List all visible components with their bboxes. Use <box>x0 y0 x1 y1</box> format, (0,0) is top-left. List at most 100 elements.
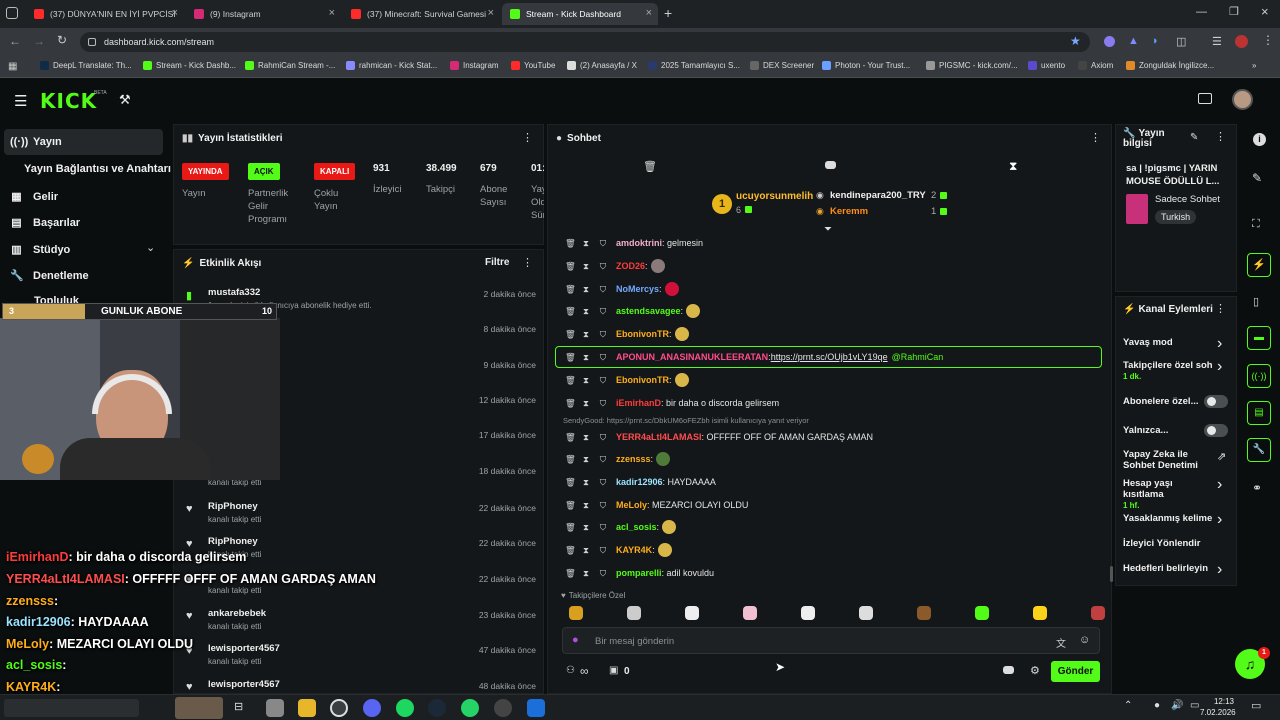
notification-icon[interactable]: ▭ <box>1251 699 1261 712</box>
timeout-icon[interactable]: ⧗ <box>582 352 590 363</box>
bookmark-item[interactable]: Instagram <box>450 61 499 70</box>
task-view-icon[interactable]: ⊟ <box>234 700 243 713</box>
chat-message[interactable]: 🗑 ⧗ ⛉ pomparelli: adil kovuldu <box>565 563 1103 583</box>
chat-username[interactable]: APONUN_ANASINANUKLEERATAN <box>616 352 768 362</box>
leader-third-name[interactable]: Keremm <box>830 206 868 217</box>
chevron-right-icon[interactable]: › <box>1217 358 1222 376</box>
more-menu-icon[interactable]: ⋮ <box>1262 33 1274 47</box>
emote-picker-icon[interactable] <box>743 606 757 620</box>
activity-user[interactable]: lewisporter4567 <box>208 679 280 690</box>
chat-message[interactable]: 🗑 ⧗ ⛉ acl_sosis: <box>565 517 1103 537</box>
browser-tab-3[interactable]: Stream - Kick Dashboard × <box>502 3 658 25</box>
timeout-icon[interactable]: ⧗ <box>582 454 590 465</box>
edit-icon[interactable]: ✎ <box>1190 132 1198 143</box>
chat-username[interactable]: kadir12906 <box>616 477 663 487</box>
channel-action-item[interactable]: Yasaklanmış kelime <box>1123 513 1215 524</box>
emote-picker-icon[interactable] <box>859 606 873 620</box>
chat-username[interactable]: pomparelli <box>616 568 662 578</box>
close-icon[interactable]: × <box>329 7 335 19</box>
chat-message[interactable]: 🗑 ⧗ ⛉ YERR4aLtI4LAMASI: OFFFFF OFF OF AMAN … <box>565 427 1103 447</box>
activity-user[interactable]: RipPhoney <box>208 501 258 512</box>
delete-icon[interactable]: 🗑 <box>565 352 576 363</box>
ban-icon[interactable]: ⛉ <box>599 568 607 579</box>
bookmark-item[interactable]: Photon - Your Trust... <box>822 61 910 70</box>
bookmark-item[interactable]: DeepL Translate: Th... <box>40 61 132 70</box>
chat-icon[interactable] <box>825 161 836 169</box>
activity-user[interactable]: RipPhoney <box>208 536 258 547</box>
hammer-icon[interactable]: ⚒ <box>119 92 131 108</box>
ban-icon[interactable]: ⛉ <box>599 306 607 317</box>
ban-icon[interactable]: ⛉ <box>599 329 607 340</box>
chat-input[interactable]: ● Bir mesaj gönderin 文 ☺ <box>562 627 1100 654</box>
bookmarks-overflow[interactable]: » <box>1252 61 1256 70</box>
close-icon[interactable]: × <box>488 7 494 19</box>
url-input[interactable]: dashboard.kick.com/stream <box>80 32 1090 52</box>
chat-bubble-icon[interactable] <box>1003 666 1014 674</box>
whatsapp-icon[interactable] <box>461 699 479 717</box>
bookmark-item[interactable]: uxento <box>1028 61 1065 70</box>
back-icon[interactable]: ← <box>9 34 21 48</box>
delete-icon[interactable]: 🗑 <box>565 329 576 340</box>
more-options-icon[interactable]: ⋮ <box>1215 302 1226 315</box>
delete-icon[interactable]: 🗑 <box>565 568 576 579</box>
channel-action-item[interactable]: İzleyici Yönlendir <box>1123 538 1215 549</box>
app-icon[interactable] <box>527 699 545 717</box>
chevron-right-icon[interactable]: › <box>1217 511 1222 529</box>
chat-username[interactable]: acl_sosis <box>616 522 657 532</box>
forward-icon[interactable]: → <box>33 34 45 48</box>
timeout-icon[interactable]: ⧗ <box>582 477 590 488</box>
extension-icon[interactable] <box>1104 36 1115 47</box>
share-icon[interactable]: ⚭ <box>1252 481 1262 495</box>
channel-action-item[interactable]: Hedefleri belirleyin <box>1123 563 1215 574</box>
clock-date[interactable]: 7.02.2026 <box>1200 708 1236 717</box>
chat-username[interactable]: astendsavagee <box>616 306 681 316</box>
channel-action-item[interactable]: Takipçilere özel soh 1 dk. <box>1123 360 1215 382</box>
chat-message[interactable]: 🗑 ⧗ ⛉ NoMercys: <box>565 279 1103 299</box>
user-avatar[interactable] <box>1232 89 1253 110</box>
leader-first-name[interactable]: ucuyorsunmelih <box>736 191 813 202</box>
chat-username[interactable]: KAYR4K <box>616 545 652 555</box>
chat-username[interactable]: EbonivonTR <box>616 375 669 385</box>
toggle-switch[interactable] <box>1204 424 1228 437</box>
bookmark-item[interactable]: rahmican - Kick Stat... <box>346 61 437 70</box>
delete-icon[interactable]: 🗑 <box>565 454 576 465</box>
spotify-icon[interactable] <box>396 699 414 717</box>
timeout-icon[interactable]: ⧗ <box>582 432 590 443</box>
emote-picker-icon[interactable] <box>1033 606 1047 620</box>
bookmark-item[interactable]: 2025 Tamamlayıcı S... <box>648 61 740 70</box>
steam-icon[interactable] <box>428 699 446 717</box>
chevron-right-icon[interactable]: › <box>1217 476 1222 494</box>
chat-username[interactable]: zzensss <box>616 454 651 464</box>
sidebar-item-basarilar[interactable]: ▤ Başarılar <box>10 216 80 230</box>
activity-item[interactable]: ♥ lewisporter4567 48 dakika önce <box>186 679 536 693</box>
bookmark-item[interactable]: Zonguldak İngilizce... <box>1126 61 1214 70</box>
ban-icon[interactable]: ⛉ <box>599 545 607 556</box>
network-icon[interactable]: ▭ <box>1190 700 1199 711</box>
extension-icon[interactable]: ▲ <box>1128 35 1139 47</box>
ban-icon[interactable]: ⛉ <box>599 375 607 386</box>
close-icon[interactable]: × <box>646 7 652 19</box>
delete-icon[interactable]: 🗑 <box>565 477 576 488</box>
filter-button[interactable]: Filtre <box>485 257 509 268</box>
mic-icon[interactable]: ● <box>1154 700 1160 711</box>
chevron-right-icon[interactable]: › <box>1217 335 1222 353</box>
chat-message[interactable]: 🗑 ⧗ ⛉ amdoktrini: gelmesin <box>565 233 1103 253</box>
delete-icon[interactable]: 🗑 <box>565 522 576 533</box>
emote-picker-icon[interactable] <box>917 606 931 620</box>
emote-picker-icon[interactable] <box>1091 606 1105 620</box>
taskbar-search[interactable] <box>4 699 139 717</box>
send-button[interactable]: Gönder <box>1051 661 1100 682</box>
gear-icon[interactable]: ⚙ <box>1030 664 1040 677</box>
extension-icon[interactable]: ◗ <box>1152 35 1159 47</box>
close-icon[interactable]: × <box>172 7 178 19</box>
sidebar-item-yayin[interactable]: ((·)) Yayın <box>10 136 62 148</box>
chat-username[interactable]: EbonivonTR <box>616 329 669 339</box>
timeout-icon[interactable]: ⧗ <box>582 522 590 533</box>
app-icon[interactable] <box>266 699 284 717</box>
channel-action-item[interactable]: Hesap yaşı kısıtlama 1 hf. <box>1123 478 1215 511</box>
chat-panel-icon[interactable]: ▬ <box>1247 326 1271 350</box>
folder-icon[interactable] <box>298 699 316 717</box>
taskbar-thumbnail[interactable] <box>175 697 223 719</box>
kick-logo[interactable]: KICK <box>40 89 97 113</box>
delete-icon[interactable]: 🗑 <box>565 545 576 556</box>
